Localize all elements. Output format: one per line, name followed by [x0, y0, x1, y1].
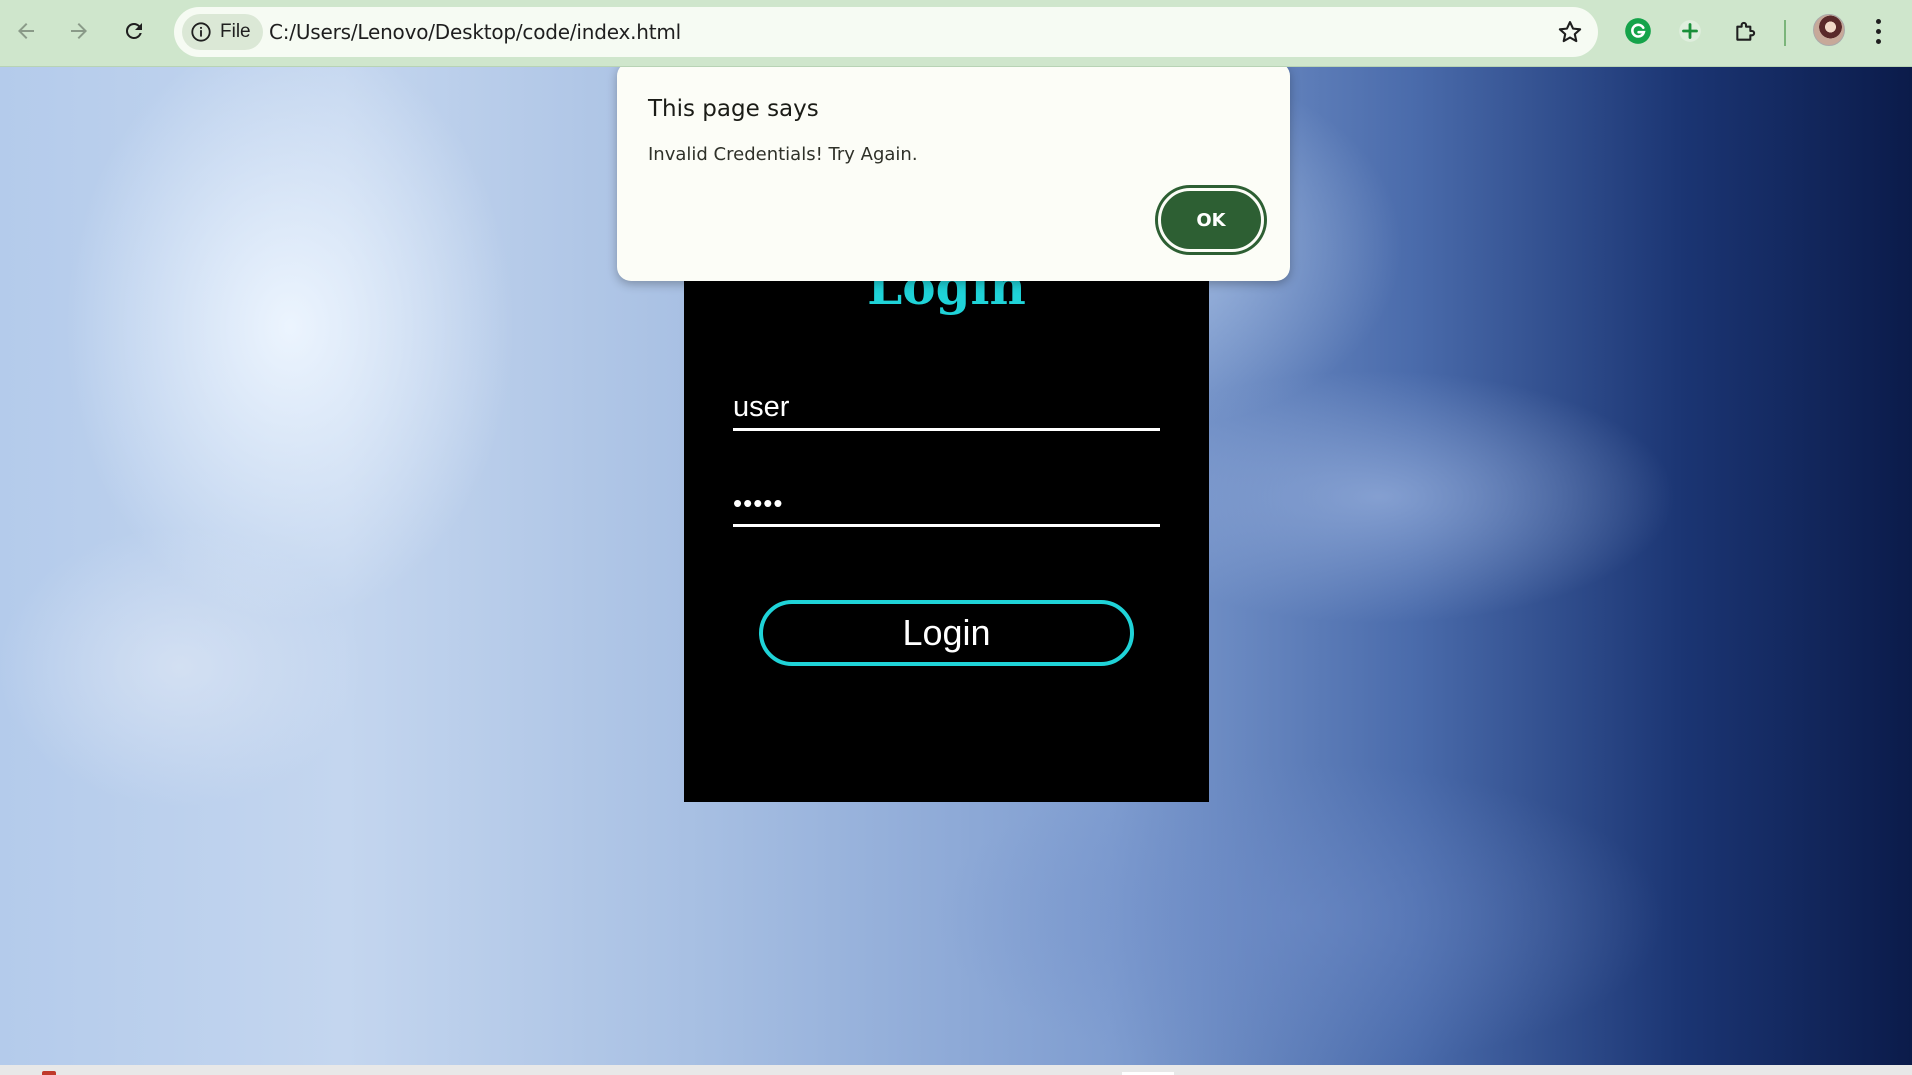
- browser-menu-icon[interactable]: [1866, 16, 1890, 46]
- forward-arrow-icon: [71, 23, 87, 39]
- browser-toolbar: File C:/Users/Lenovo/Desktop/code/index.…: [0, 0, 1912, 67]
- bookmark-star-icon[interactable]: [1556, 18, 1584, 46]
- dialog-message: Invalid Credentials! Try Again.: [648, 144, 918, 165]
- ok-button[interactable]: OK: [1158, 188, 1264, 252]
- page-viewport: Login Login This page says Invalid Crede…: [0, 67, 1912, 1065]
- bottom-edge: [0, 1065, 1912, 1075]
- password-field[interactable]: [733, 483, 1160, 527]
- profile-avatar[interactable]: [1813, 14, 1845, 46]
- login-button[interactable]: Login: [759, 600, 1134, 666]
- taskbar-indicator: [42, 1071, 56, 1075]
- grammarly-icon: [1625, 18, 1651, 44]
- site-info-label: File: [220, 21, 251, 42]
- back-arrow-icon: [18, 23, 34, 39]
- back-button[interactable]: [8, 13, 44, 49]
- username-field[interactable]: [733, 387, 1160, 431]
- dialog-title: This page says: [648, 96, 819, 122]
- extensions-button[interactable]: [1730, 15, 1762, 47]
- alert-dialog: This page says Invalid Credentials! Try …: [617, 67, 1290, 281]
- puzzle-icon: [1736, 21, 1756, 41]
- grammarly-extension-button[interactable]: [1622, 15, 1654, 47]
- address-bar[interactable]: File C:/Users/Lenovo/Desktop/code/index.…: [174, 7, 1598, 57]
- add-extension-button[interactable]: [1674, 15, 1706, 47]
- toolbar-divider: [1784, 20, 1786, 46]
- info-icon: [191, 22, 211, 42]
- url-text[interactable]: C:/Users/Lenovo/Desktop/code/index.html: [269, 7, 681, 57]
- reload-button[interactable]: [116, 13, 152, 49]
- reload-icon: [125, 22, 142, 39]
- forward-button[interactable]: [61, 13, 97, 49]
- site-info-chip[interactable]: File: [182, 14, 263, 50]
- plus-icon: [1679, 20, 1701, 42]
